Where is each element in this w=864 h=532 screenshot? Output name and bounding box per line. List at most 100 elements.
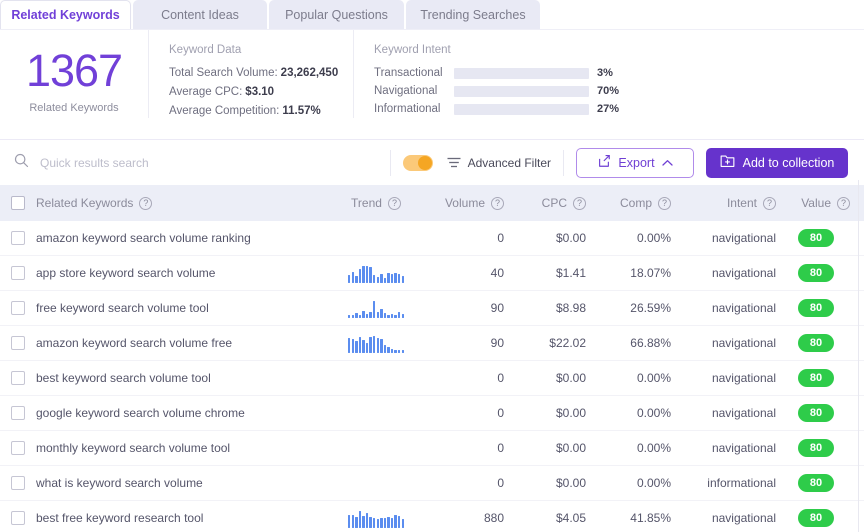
cell-keyword[interactable]: amazon keyword search volume free	[36, 336, 326, 350]
cell-intent: navigational	[711, 441, 776, 455]
row-value: 23,262,450	[280, 67, 339, 79]
help-icon[interactable]: ?	[763, 196, 776, 210]
table-row[interactable]: amazon keyword search volume free 90 $22.0…	[0, 326, 864, 361]
export-icon	[597, 154, 611, 171]
checkbox-icon	[11, 266, 25, 280]
row-checkbox[interactable]	[0, 266, 36, 280]
table-row[interactable]: monthly keyword search volume tool 0 $0.00…	[0, 431, 864, 466]
intent-row-navigational: Navigational 70%	[374, 85, 864, 97]
column-label: Intent	[726, 196, 757, 210]
table-row[interactable]: google keyword search volume chrome 0 $0.0…	[0, 396, 864, 431]
search-icon	[14, 153, 29, 173]
summary-section: 1367 Related Keywords Keyword Data Total…	[0, 29, 864, 139]
add-to-collection-button[interactable]: Add to collection	[706, 147, 848, 178]
cell-comp: 0.00%	[636, 476, 671, 490]
column-comp[interactable]: Comp ?	[586, 196, 671, 210]
table-body: amazon keyword search volume ranking 0 $0.…	[0, 221, 864, 531]
search-input[interactable]	[40, 155, 370, 170]
row-checkbox[interactable]	[0, 336, 36, 350]
table-row[interactable]: amazon keyword search volume ranking 0 $0.…	[0, 221, 864, 256]
help-icon[interactable]: ?	[658, 196, 671, 210]
help-icon[interactable]: ?	[837, 196, 850, 210]
table-row[interactable]: what is keyword search volume 0 $0.00 0.00%…	[0, 466, 864, 501]
cell-intent: navigational	[711, 371, 776, 385]
row-checkbox[interactable]	[0, 511, 36, 525]
cell-keyword[interactable]: google keyword search volume chrome	[36, 406, 326, 420]
cell-volume: 90	[490, 336, 504, 350]
cell-intent: navigational	[711, 511, 776, 525]
cell-volume: 0	[497, 231, 504, 245]
add-to-collection-label: Add to collection	[742, 155, 835, 170]
checkbox-icon	[11, 231, 25, 245]
help-icon[interactable]: ?	[387, 196, 401, 210]
row-checkbox[interactable]	[0, 231, 36, 245]
help-icon[interactable]: ?	[139, 196, 153, 210]
cell-cpc: $0.00	[555, 476, 586, 490]
checkbox-icon	[11, 476, 25, 490]
row-value: 11.57%	[282, 105, 321, 117]
table-row[interactable]: best keyword search volume tool 0 $0.00 0.0…	[0, 361, 864, 396]
toolbar-divider-2	[563, 149, 564, 176]
table-row[interactable]: best free keyword research tool 880 $4.05 4…	[0, 501, 864, 531]
help-icon[interactable]: ?	[573, 196, 586, 210]
cell-value: 80	[776, 404, 856, 422]
cell-value: 80	[776, 334, 856, 352]
row-checkbox[interactable]	[0, 476, 36, 490]
average-cpc-row: Average CPC: $3.10	[169, 86, 353, 98]
cell-intent: navigational	[711, 266, 776, 280]
toggle-knob	[417, 155, 432, 170]
cell-cpc: $0.00	[555, 406, 586, 420]
column-trend[interactable]: Trend ?	[326, 193, 426, 213]
cell-value: 80	[776, 299, 856, 317]
table-row[interactable]: app store keyword search volume 40 $1.41 18…	[0, 256, 864, 291]
column-related-keywords[interactable]: Related Keywords ?	[36, 196, 326, 210]
cell-comp: 66.88%	[630, 336, 671, 350]
row-checkbox[interactable]	[0, 371, 36, 385]
tab-trending-searches[interactable]: Trending Searches	[406, 0, 540, 29]
advanced-filter-label: Advanced Filter	[467, 155, 551, 170]
cell-keyword[interactable]: monthly keyword search volume tool	[36, 441, 326, 455]
cell-trend	[326, 438, 426, 458]
tab-related-keywords[interactable]: Related Keywords	[0, 0, 131, 29]
cell-trend	[326, 298, 426, 318]
select-all-checkbox[interactable]	[0, 196, 36, 210]
column-label: Value	[801, 196, 831, 210]
cell-intent: navigational	[711, 301, 776, 315]
row-label: Average Competition:	[169, 105, 280, 117]
column-cpc[interactable]: CPC ?	[504, 196, 586, 210]
tab-content-ideas[interactable]: Content Ideas	[133, 0, 267, 29]
column-value[interactable]: Value ?	[776, 196, 856, 210]
checkbox-icon	[11, 196, 25, 210]
row-checkbox[interactable]	[0, 441, 36, 455]
column-intent[interactable]: Intent ?	[671, 196, 776, 210]
value-badge: 80	[797, 264, 835, 282]
row-checkbox[interactable]	[0, 406, 36, 420]
cell-trend	[326, 263, 426, 283]
tab-popular-questions[interactable]: Popular Questions	[269, 0, 404, 29]
export-button[interactable]: Export	[576, 147, 694, 178]
advanced-filter-toggle[interactable]	[402, 154, 433, 171]
cell-trend	[326, 228, 426, 248]
column-volume[interactable]: Volume ?	[426, 196, 504, 210]
trend-sparkline	[347, 510, 405, 528]
cell-comp: 26.59%	[630, 301, 671, 315]
cell-keyword[interactable]: free keyword search volume tool	[36, 301, 326, 315]
table-row[interactable]: free keyword search volume tool 90 $8.98 26…	[0, 291, 864, 326]
column-label: Related Keywords	[36, 196, 134, 210]
cell-keyword[interactable]: best keyword search volume tool	[36, 371, 326, 385]
cell-value: 80	[776, 474, 856, 492]
trend-sparkline	[347, 300, 405, 318]
cell-volume: 0	[497, 476, 504, 490]
row-checkbox[interactable]	[0, 301, 36, 315]
advanced-filter-button[interactable]: Advanced Filter	[447, 156, 551, 170]
cell-keyword[interactable]: app store keyword search volume	[36, 266, 326, 280]
cell-keyword[interactable]: what is keyword search volume	[36, 476, 326, 490]
help-icon[interactable]: ?	[491, 196, 504, 210]
cell-volume: 880	[483, 511, 504, 525]
cell-keyword[interactable]: amazon keyword search volume ranking	[36, 231, 326, 245]
chevron-up-icon	[661, 156, 673, 170]
keyword-data-title: Keyword Data	[169, 44, 242, 56]
search-area	[14, 153, 378, 173]
intent-label: Informational	[374, 103, 441, 115]
cell-keyword[interactable]: best free keyword research tool	[36, 511, 326, 525]
